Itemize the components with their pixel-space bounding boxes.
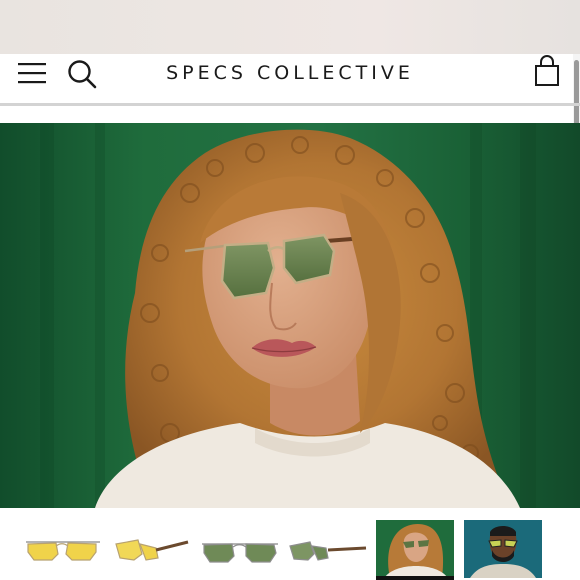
thumb-yellow-side[interactable] (112, 520, 192, 578)
header-divider (0, 103, 580, 106)
thumb-green-side[interactable] (288, 520, 368, 578)
thumb-model-man[interactable] (464, 520, 542, 578)
thumb-green-front[interactable] (200, 520, 280, 578)
browser-top-strip (0, 0, 580, 54)
thumb-model-woman[interactable] (376, 520, 454, 580)
thumbnail-strip (0, 520, 580, 580)
hero-image (0, 123, 580, 508)
brand-logo[interactable]: SPECS COLLECTIVE (0, 62, 580, 84)
shopping-bag-icon[interactable] (532, 54, 562, 88)
scrollbar-thumb[interactable] (574, 60, 579, 126)
product-page: SPECS COLLECTIVE (0, 0, 580, 580)
thumb-yellow-front[interactable] (22, 520, 102, 578)
